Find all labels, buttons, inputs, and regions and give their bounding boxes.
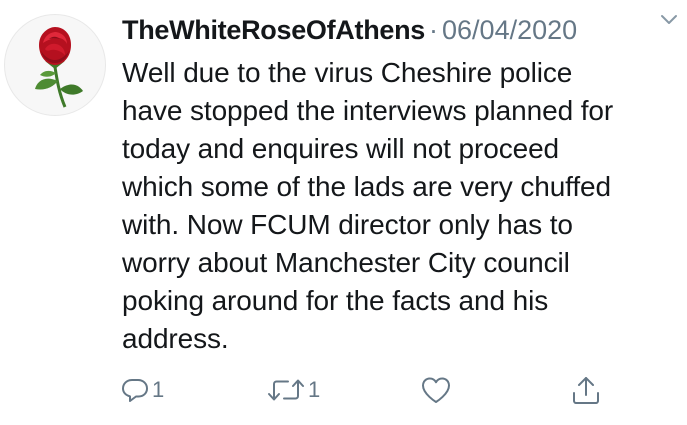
share-button[interactable] — [570, 370, 602, 410]
share-icon — [573, 377, 599, 404]
chevron-down-icon[interactable] — [659, 10, 679, 30]
tweet-header: TheWhiteRoseOfAthens · 06/04/2020 — [122, 10, 682, 50]
reply-icon — [122, 379, 148, 402]
red-rose-icon — [35, 27, 83, 108]
retweet-button[interactable]: 1 — [266, 370, 320, 410]
retweet-count: 1 — [308, 377, 321, 402]
tweet-actions: 1 1 — [118, 370, 618, 410]
tweet-date[interactable]: 06/04/2020 — [442, 15, 577, 46]
tweet[interactable]: TheWhiteRoseOfAthens · 06/04/2020 Well d… — [0, 0, 687, 425]
tweet-text: Well due to the virus Cheshire police ha… — [122, 57, 614, 354]
header-separator: · — [429, 14, 439, 45]
avatar[interactable] — [4, 14, 106, 116]
like-icon — [422, 377, 450, 403]
reply-button[interactable]: 1 — [120, 370, 164, 410]
reply-count: 1 — [152, 377, 165, 402]
like-button[interactable] — [420, 370, 454, 410]
retweet-icon — [268, 379, 304, 401]
display-name[interactable]: TheWhiteRoseOfAthens — [122, 15, 425, 46]
